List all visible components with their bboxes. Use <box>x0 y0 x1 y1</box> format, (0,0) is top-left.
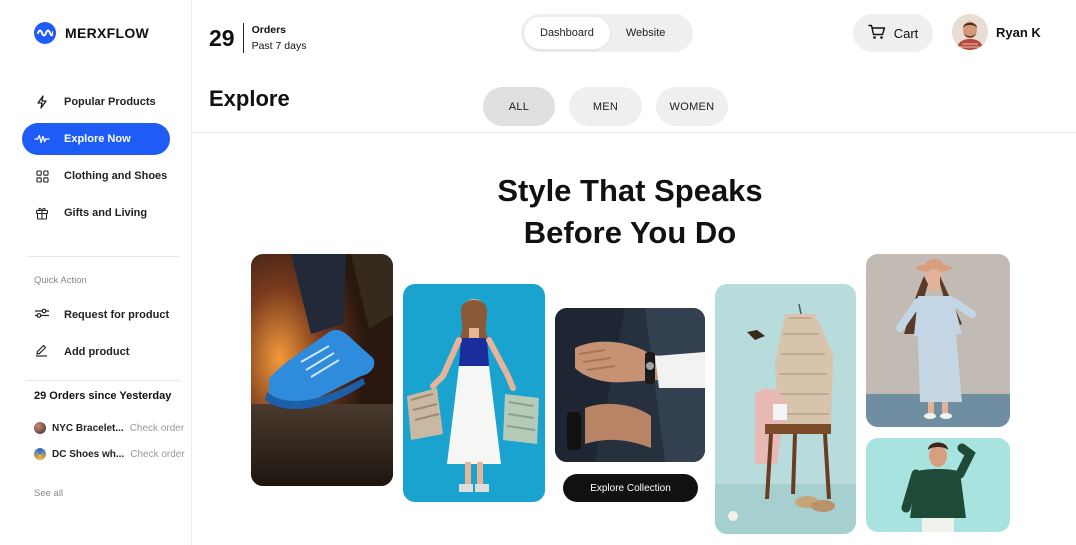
cart-icon <box>868 24 886 43</box>
orders-count: 29 <box>209 23 244 53</box>
product-image-bracelet[interactable] <box>555 308 705 462</box>
order-thumbnail <box>34 448 46 460</box>
hero-heading: Style That Speaks Before You Do <box>440 170 820 254</box>
wave-logo-icon <box>34 22 56 44</box>
filter-all[interactable]: ALL <box>483 87 555 126</box>
gift-icon <box>34 205 50 221</box>
quick-action-label: Quick Action <box>34 275 87 286</box>
product-image-sneaker[interactable] <box>251 254 393 486</box>
sidebar-divider <box>26 380 180 381</box>
orders-stat: 29 Orders Past 7 days <box>209 22 306 54</box>
recent-order-row[interactable]: DC Shoes wh... Check order <box>34 448 185 460</box>
pulse-icon <box>34 131 50 147</box>
sliders-icon <box>34 307 50 322</box>
view-toggle: Dashboard Website <box>521 14 693 52</box>
recent-order-row[interactable]: NYC Bracelet... Check order <box>34 422 184 434</box>
pencil-icon <box>34 344 50 360</box>
product-image-sweater-chair[interactable] <box>715 284 856 534</box>
filter-men[interactable]: MEN <box>569 87 642 126</box>
hero-line-2: Before You Do <box>523 215 737 250</box>
product-image-man-hoodie[interactable] <box>866 438 1010 532</box>
toggle-website[interactable]: Website <box>610 17 682 49</box>
orders-period: Past 7 days <box>251 40 307 52</box>
sidebar-item-clothing-and-shoes[interactable]: Clothing and Shoes <box>22 160 170 192</box>
sidebar-item-label: Popular Products <box>64 96 156 108</box>
avatar <box>952 14 988 50</box>
sidebar-item-gifts-and-living[interactable]: Gifts and Living <box>22 197 170 229</box>
user-menu[interactable]: Ryan K <box>952 14 1041 50</box>
sidebar-item-label: Gifts and Living <box>64 207 148 219</box>
cart-label: Cart <box>893 25 919 41</box>
brand-name: MERXFLOW <box>65 25 150 41</box>
sidebar-item-label: Explore Now <box>64 133 131 145</box>
sidebar: MERXFLOW Popular Products Explore Now Cl… <box>0 0 192 545</box>
grid-icon <box>34 168 50 184</box>
qa-label: Request for product <box>64 308 170 321</box>
qa-label: Add product <box>64 346 130 358</box>
explore-collection-button[interactable]: Explore Collection <box>563 474 698 502</box>
sidebar-item-label: Clothing and Shoes <box>64 170 168 182</box>
page-title: Explore <box>209 86 290 111</box>
content-divider <box>192 132 1076 133</box>
user-name: Ryan K <box>996 24 1041 40</box>
check-order-link[interactable]: Check order <box>130 423 184 434</box>
sidebar-item-explore-now[interactable]: Explore Now <box>22 123 170 155</box>
toggle-dashboard[interactable]: Dashboard <box>524 17 610 49</box>
request-product-action[interactable]: Request for product <box>34 307 169 322</box>
orders-since-yesterday-heading: 29 Orders since Yesterday <box>34 390 172 402</box>
filter-women[interactable]: WOMEN <box>656 87 728 126</box>
cart-button[interactable]: Cart <box>853 14 933 52</box>
hero-line-1: Style That Speaks <box>497 173 763 208</box>
see-all-link[interactable]: See all <box>34 488 63 499</box>
order-name: DC Shoes wh... <box>52 448 125 460</box>
sidebar-item-popular-products[interactable]: Popular Products <box>22 86 170 118</box>
sidebar-divider <box>26 256 180 257</box>
lightning-icon <box>34 94 50 110</box>
brand-logo[interactable]: MERXFLOW <box>34 22 149 44</box>
product-image-shopping-woman[interactable] <box>403 284 545 502</box>
order-thumbnail <box>34 422 46 434</box>
top-bar: 29 Orders Past 7 days Dashboard Website … <box>192 0 1076 66</box>
orders-label: Orders <box>251 24 287 36</box>
order-name: NYC Bracelet... <box>52 422 124 434</box>
product-image-hat-woman[interactable] <box>866 254 1010 427</box>
add-product-action[interactable]: Add product <box>34 344 129 360</box>
check-order-link[interactable]: Check order <box>130 449 184 460</box>
sidebar-nav: Popular Products Explore Now Clothing an… <box>22 86 170 234</box>
